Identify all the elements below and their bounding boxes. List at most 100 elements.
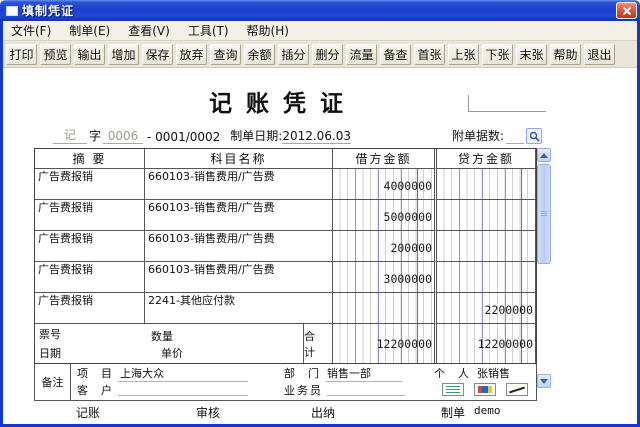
credit-amount-cell[interactable]: 2200000: [434, 293, 536, 324]
debit-total-cell: 12200000: [333, 324, 435, 363]
note-icon[interactable]: [442, 383, 464, 397]
menu-file[interactable]: 文件(F): [11, 22, 51, 39]
maker-label: 制单: [441, 406, 466, 420]
debit-amount-cell[interactable]: 200000: [333, 231, 435, 262]
app-window: 填制凭证 文件(F) 制单(E) 查看(V) 工具(T) 帮助(H) 打印 预览…: [0, 0, 640, 427]
debit-amount-cell[interactable]: [333, 293, 435, 324]
debit-total: 12200000: [376, 336, 432, 351]
scroll-down-button[interactable]: [537, 374, 551, 388]
scroll-up-button[interactable]: [537, 148, 551, 162]
credit-total: 12200000: [477, 336, 533, 351]
debit-amount: 4000000: [383, 179, 432, 193]
aux-icon-buttons: [434, 383, 536, 397]
auditor-label: 审核: [196, 406, 221, 420]
person-field[interactable]: 张销售: [475, 365, 535, 381]
account-cell[interactable]: 660103-销售费用/广告费: [145, 262, 333, 293]
remark-label: 备注: [35, 363, 71, 400]
column-header-account: 科目名称: [145, 149, 333, 169]
window-title: 填制凭证: [22, 4, 75, 18]
debit-amount: 200000: [390, 241, 432, 255]
column-header-debit: 借方金额: [333, 149, 435, 169]
attachment-count-input[interactable]: [506, 143, 525, 144]
menu-help[interactable]: 帮助(H): [247, 22, 289, 39]
toolbar-balance-button[interactable]: 余额: [244, 43, 275, 65]
toolbar-cashflow-button[interactable]: 流量: [346, 43, 377, 65]
customer-label: 客 户: [77, 383, 114, 397]
credit-amount: [533, 255, 535, 261]
toolbar-help-button[interactable]: 帮助: [550, 43, 581, 65]
voucher-word-type[interactable]: 记: [53, 126, 87, 144]
column-header-summary: 摘 要: [35, 149, 145, 169]
attachment-lookup-button[interactable]: [526, 128, 543, 144]
toolbar-insert-line-button[interactable]: 插分: [278, 43, 309, 65]
toolbar-last-button[interactable]: 末张: [516, 43, 547, 65]
window-frame: 文件(F) 制单(E) 查看(V) 工具(T) 帮助(H) 打印 预览 输出 增…: [0, 21, 640, 427]
project-label: 项 目: [77, 367, 114, 381]
bookkeeper-label: 记账: [76, 406, 101, 420]
scroll-up-icon: [540, 152, 548, 158]
account-cell[interactable]: 660103-销售费用/广告费: [145, 169, 333, 200]
credit-amount-cell[interactable]: [434, 262, 536, 293]
credit-amount: [533, 193, 535, 199]
debit-amount-cell[interactable]: 4000000: [333, 169, 435, 200]
total-label: 合 计: [303, 324, 332, 363]
close-button[interactable]: [616, 2, 637, 19]
summary-cell[interactable]: 广告费报销: [35, 169, 145, 200]
debit-amount-cell[interactable]: 3000000: [333, 262, 435, 293]
toolbar-print-button[interactable]: 打印: [6, 43, 37, 65]
date-label: 日期: [39, 347, 61, 360]
toolbar-save-button[interactable]: 保存: [142, 43, 173, 65]
menu-view[interactable]: 查看(V): [128, 22, 170, 39]
debit-amount: 5000000: [383, 210, 432, 224]
voucher-table: 摘 要 科目名称 借方金额 贷方金额 广告费报销 660103-销售费用/广告费…: [34, 148, 537, 364]
toolbar-add-button[interactable]: 增加: [108, 43, 139, 65]
menu-voucher[interactable]: 制单(E): [69, 22, 110, 39]
account-cell[interactable]: 660103-销售费用/广告费: [145, 231, 333, 262]
voucher-number[interactable]: 0006: [103, 129, 144, 144]
voucher-header-line: 记 字 0006 - 0001/0002 制单日期: 2012.06.03: [53, 126, 352, 144]
department-field[interactable]: 销售一部: [325, 365, 403, 382]
footer-info-cell: 票号 日期 数量 单价 合 计: [35, 324, 333, 363]
credit-amount-cell[interactable]: [434, 200, 536, 231]
account-cell[interactable]: 2241-其他应付款: [145, 293, 333, 324]
summary-cell[interactable]: 广告费报销: [35, 262, 145, 293]
toolbar-next-button[interactable]: 下张: [482, 43, 513, 65]
credit-total-cell: 12200000: [434, 324, 536, 363]
ticket-label: 票号: [39, 328, 61, 341]
summary-cell[interactable]: 广告费报销: [35, 200, 145, 231]
toolbar-prev-button[interactable]: 上张: [448, 43, 479, 65]
toolbar-query-button[interactable]: 查询: [210, 43, 241, 65]
toolbar-reference-button[interactable]: 备查: [380, 43, 411, 65]
voucher-date-value[interactable]: 2012.06.03: [282, 129, 352, 144]
scrollbar-thumb[interactable]: [537, 164, 551, 264]
debit-amount-cell[interactable]: 5000000: [333, 200, 435, 231]
summary-cell[interactable]: 广告费报销: [35, 293, 145, 324]
voucher-title: 记账凭证: [209, 90, 357, 117]
customer-field[interactable]: [118, 383, 248, 397]
credit-amount: 2200000: [484, 303, 533, 317]
credit-amount-cell[interactable]: [434, 169, 536, 200]
summary-cell[interactable]: 广告费报销: [35, 231, 145, 262]
scroll-down-icon: [540, 378, 548, 384]
toolbar-discard-button[interactable]: 放弃: [176, 43, 207, 65]
toolbar-output-button[interactable]: 输出: [74, 43, 105, 65]
toolbar-preview-button[interactable]: 预览: [40, 43, 71, 65]
project-field[interactable]: 上海大众: [118, 365, 248, 382]
pen-icon[interactable]: [506, 383, 528, 397]
stamp-icon[interactable]: [474, 383, 496, 397]
toolbar-first-button[interactable]: 首张: [414, 43, 445, 65]
attachment-count-label: 附单据数:: [452, 129, 505, 143]
menu-bar: 文件(F) 制单(E) 查看(V) 工具(T) 帮助(H): [3, 21, 637, 41]
credit-amount: [533, 286, 535, 292]
account-cell[interactable]: 660103-销售费用/广告费: [145, 200, 333, 231]
salesman-field[interactable]: [327, 383, 405, 397]
menu-tools[interactable]: 工具(T): [188, 22, 229, 39]
person-label: 个 人: [434, 367, 471, 381]
window-icon: [6, 5, 18, 16]
toolbar-exit-button[interactable]: 退出: [584, 43, 615, 65]
credit-amount-cell[interactable]: [434, 231, 536, 262]
quantity-label: 数量: [151, 330, 173, 344]
stamp-box: [468, 95, 546, 112]
cashier-label: 出纳: [311, 406, 336, 420]
toolbar-delete-line-button[interactable]: 删分: [312, 43, 343, 65]
